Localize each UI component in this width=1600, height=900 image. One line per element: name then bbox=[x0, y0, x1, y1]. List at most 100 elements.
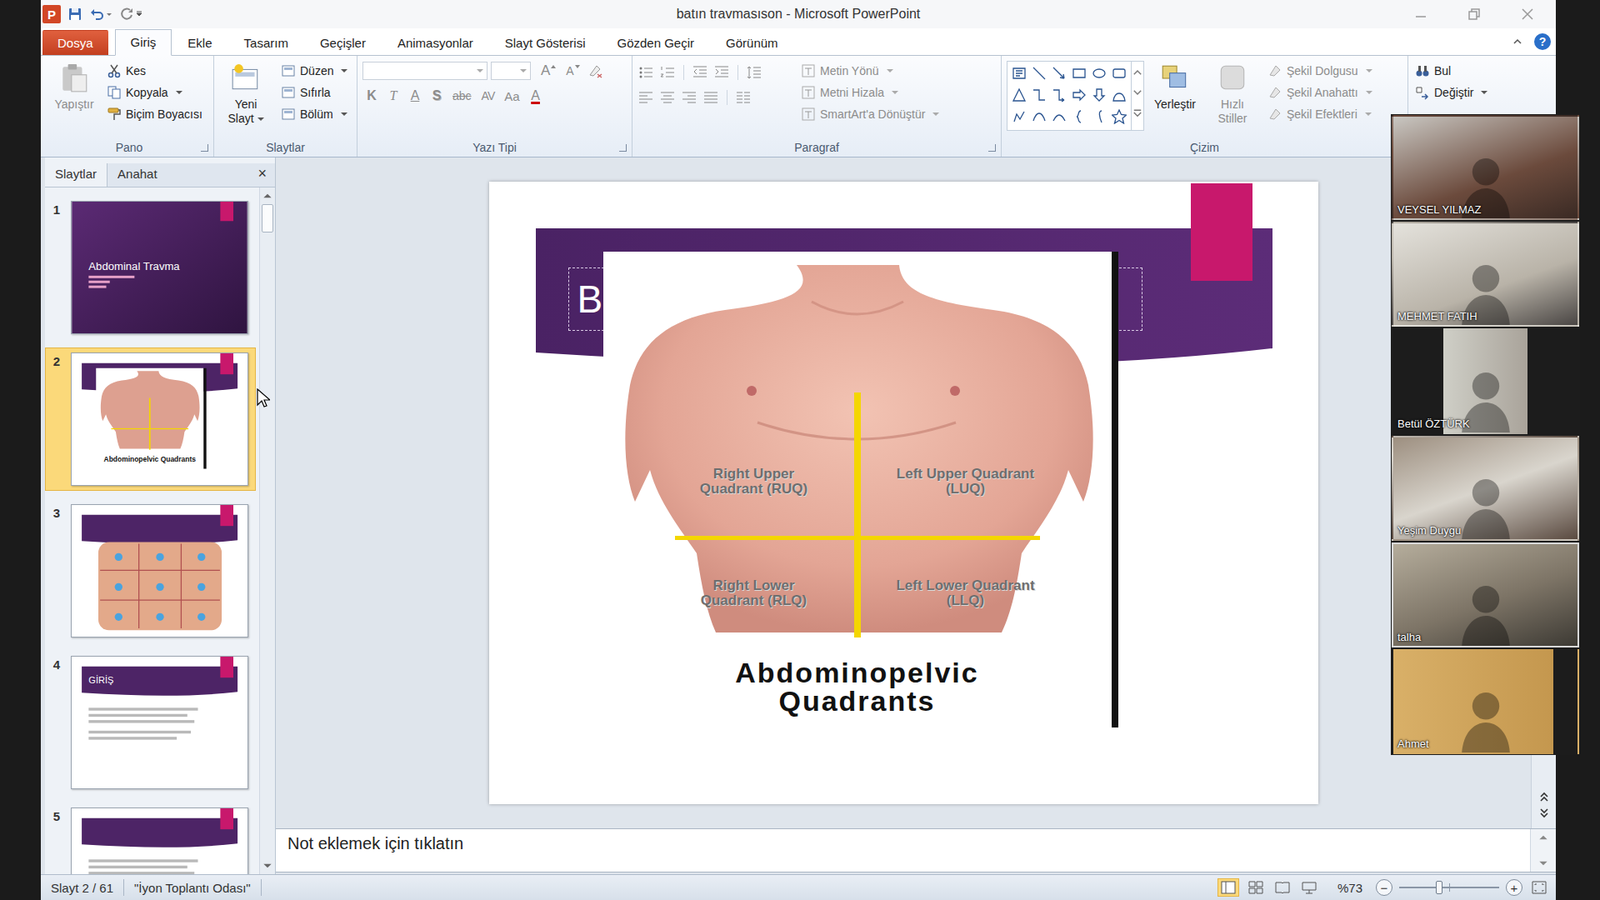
justify-icon[interactable] bbox=[702, 89, 720, 106]
quick-styles-button[interactable]: Hızlı Stiller bbox=[1205, 60, 1260, 128]
format-button[interactable]: T bbox=[384, 85, 403, 106]
participant-tile[interactable]: Betül ÖZTÜRK bbox=[1391, 328, 1580, 434]
ribbon-tab[interactable]: Giriş bbox=[115, 29, 173, 56]
slide-thumbnail[interactable]: 4 GİRİŞ bbox=[45, 650, 256, 795]
font-size-combo[interactable] bbox=[490, 61, 531, 80]
ribbon-tab[interactable]: Geçişler bbox=[304, 30, 382, 56]
align-left-icon[interactable] bbox=[637, 89, 655, 106]
bullets-icon[interactable] bbox=[637, 64, 655, 81]
numbering-icon[interactable] bbox=[659, 64, 676, 81]
close-icon[interactable] bbox=[1519, 5, 1536, 23]
shape-format-button[interactable]: Şekil Dolgusu bbox=[1265, 60, 1375, 81]
scroll-up-icon[interactable] bbox=[261, 190, 274, 202]
ribbon-tab[interactable]: Gözden Geçir bbox=[600, 30, 710, 56]
line-spacing-icon[interactable] bbox=[745, 64, 763, 81]
paste-button[interactable]: Yapıştır bbox=[50, 60, 99, 114]
scroll-up-icon[interactable] bbox=[1131, 61, 1144, 83]
format-button[interactable]: Aa bbox=[500, 85, 523, 106]
format-button[interactable]: K bbox=[362, 85, 381, 106]
reading-view-icon[interactable] bbox=[1272, 879, 1293, 896]
shape-icon[interactable] bbox=[1051, 87, 1067, 103]
customize-toolbar-icon[interactable] bbox=[135, 10, 143, 18]
dialog-launcher[interactable] bbox=[988, 144, 996, 152]
slideshow-icon[interactable] bbox=[1299, 879, 1320, 896]
scroll-thumb[interactable] bbox=[261, 204, 274, 233]
pane-tab[interactable]: Anahat bbox=[107, 163, 168, 187]
scroll-down-icon[interactable] bbox=[1537, 857, 1550, 870]
ribbon-tab[interactable]: Dosya bbox=[42, 30, 109, 55]
slide-thumbnail[interactable]: 5 bbox=[45, 802, 256, 875]
scroll-down-icon[interactable] bbox=[1131, 82, 1144, 104]
restore-icon[interactable] bbox=[1465, 5, 1483, 23]
shape-icon[interactable] bbox=[1111, 65, 1127, 81]
increase-indent-icon[interactable] bbox=[713, 64, 730, 81]
shape-icon[interactable] bbox=[1071, 87, 1087, 103]
shape-icon[interactable] bbox=[1111, 87, 1127, 103]
gallery-scroll[interactable] bbox=[1130, 61, 1144, 130]
participant-tile[interactable]: Ahmet bbox=[1391, 649, 1580, 755]
pane-tab[interactable]: Slaytlar bbox=[45, 163, 108, 187]
ribbon-tab[interactable]: Slayt Gösterisi bbox=[489, 30, 602, 56]
clipboard-button[interactable]: Kes bbox=[105, 60, 205, 81]
format-button[interactable]: A bbox=[526, 85, 545, 106]
shape-icon[interactable] bbox=[1051, 65, 1067, 81]
zoom-out-button[interactable]: − bbox=[1375, 879, 1393, 896]
participant-tile[interactable]: MEHMET FATIH bbox=[1391, 221, 1580, 327]
align-center-icon[interactable] bbox=[659, 89, 676, 106]
shape-icon[interactable] bbox=[1031, 65, 1047, 81]
redo-icon[interactable] bbox=[119, 6, 135, 22]
paragraph-button[interactable]: SmartArt'a Dönüştür bbox=[799, 104, 941, 125]
zoom-slider[interactable] bbox=[1399, 886, 1500, 889]
shape-icon[interactable] bbox=[1071, 65, 1087, 81]
slides-button[interactable]: Bölüm bbox=[279, 104, 350, 125]
editing-button[interactable]: Değiştir bbox=[1413, 82, 1490, 103]
slide-thumbnail[interactable]: 1 Abdominal Travma bbox=[45, 195, 256, 340]
format-button[interactable]: A bbox=[405, 85, 425, 106]
normal-view-icon[interactable] bbox=[1217, 878, 1240, 897]
previous-slide-icon[interactable] bbox=[1538, 790, 1550, 803]
help-button[interactable]: ? bbox=[1534, 33, 1551, 50]
zoom-level[interactable]: %73 bbox=[1337, 880, 1363, 895]
shape-icon[interactable] bbox=[1091, 65, 1107, 81]
app-logo[interactable]: P bbox=[42, 5, 61, 24]
pane-scrollbar[interactable] bbox=[259, 187, 275, 875]
format-button[interactable]: S bbox=[427, 85, 446, 106]
font-size-button[interactable]: A bbox=[562, 60, 583, 81]
abdomen-picture[interactable]: Right Upper Quadrant (RUQ)Left Upper Qua… bbox=[603, 251, 1119, 728]
new-slide-button[interactable]: Yeni Slayt bbox=[219, 60, 273, 128]
dialog-launcher[interactable] bbox=[200, 144, 209, 152]
shape-icon[interactable] bbox=[1031, 87, 1047, 103]
more-icon[interactable] bbox=[1131, 103, 1144, 125]
format-button[interactable]: abc bbox=[449, 85, 475, 106]
save-icon[interactable] bbox=[67, 6, 83, 22]
shape-icon[interactable] bbox=[1051, 109, 1067, 125]
participant-tile[interactable]: VEYSEL YILMAZ bbox=[1391, 115, 1580, 220]
fit-window-icon[interactable] bbox=[1529, 879, 1550, 896]
decrease-indent-icon[interactable] bbox=[691, 64, 709, 81]
zoom-in-button[interactable]: + bbox=[1505, 879, 1523, 896]
shape-icon[interactable] bbox=[1091, 109, 1107, 125]
slides-button[interactable]: Düzen bbox=[279, 60, 350, 81]
participant-tile[interactable]: Yeşim Duygu bbox=[1391, 435, 1580, 541]
clipboard-button[interactable]: Kopyala bbox=[105, 82, 205, 103]
paragraph-button[interactable]: Metin Yönü bbox=[799, 60, 941, 81]
shape-icon[interactable] bbox=[1071, 109, 1087, 125]
ribbon-tab[interactable]: Görünüm bbox=[710, 30, 795, 56]
editing-button[interactable]: Bul bbox=[1413, 60, 1490, 81]
slide-thumbnail[interactable]: 3 bbox=[45, 499, 256, 643]
shape-icon[interactable] bbox=[1011, 109, 1027, 125]
slide-thumbnail[interactable]: 2 Abdominopelvic Quadrants bbox=[45, 347, 256, 491]
undo-dropdown-icon[interactable] bbox=[105, 10, 113, 18]
arrange-button[interactable]: Yerleştir bbox=[1150, 60, 1200, 114]
shape-format-button[interactable]: Şekil Efektleri bbox=[1265, 104, 1375, 125]
next-slide-icon[interactable] bbox=[1538, 807, 1550, 820]
pane-close-button[interactable]: × bbox=[249, 163, 275, 187]
shape-icon[interactable] bbox=[1111, 109, 1127, 125]
shape-icon[interactable] bbox=[1011, 87, 1027, 103]
scroll-down-icon[interactable] bbox=[261, 860, 274, 872]
undo-icon[interactable] bbox=[89, 6, 105, 22]
zoom-slider-knob[interactable] bbox=[1435, 880, 1443, 895]
format-button[interactable]: AV bbox=[478, 85, 499, 106]
slides-button[interactable]: Sıfırla bbox=[279, 82, 350, 103]
shape-icon[interactable] bbox=[1091, 87, 1107, 103]
